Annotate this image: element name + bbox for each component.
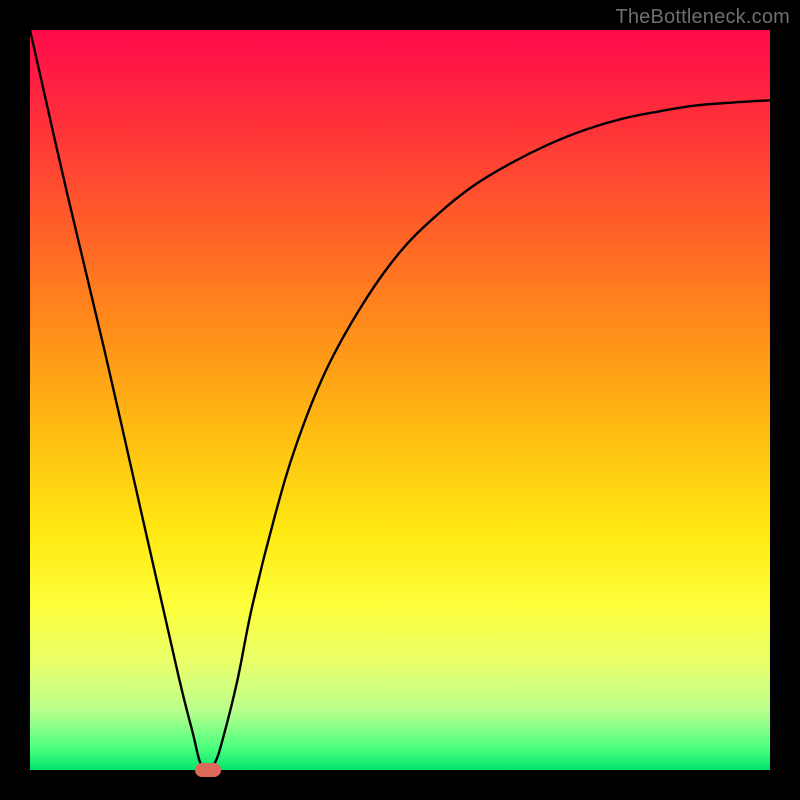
optimal-point-marker	[195, 763, 221, 777]
watermark-text: TheBottleneck.com	[615, 6, 790, 29]
chart-frame: TheBottleneck.com	[0, 0, 800, 800]
plot-area	[30, 30, 770, 770]
bottleneck-curve	[30, 30, 770, 770]
